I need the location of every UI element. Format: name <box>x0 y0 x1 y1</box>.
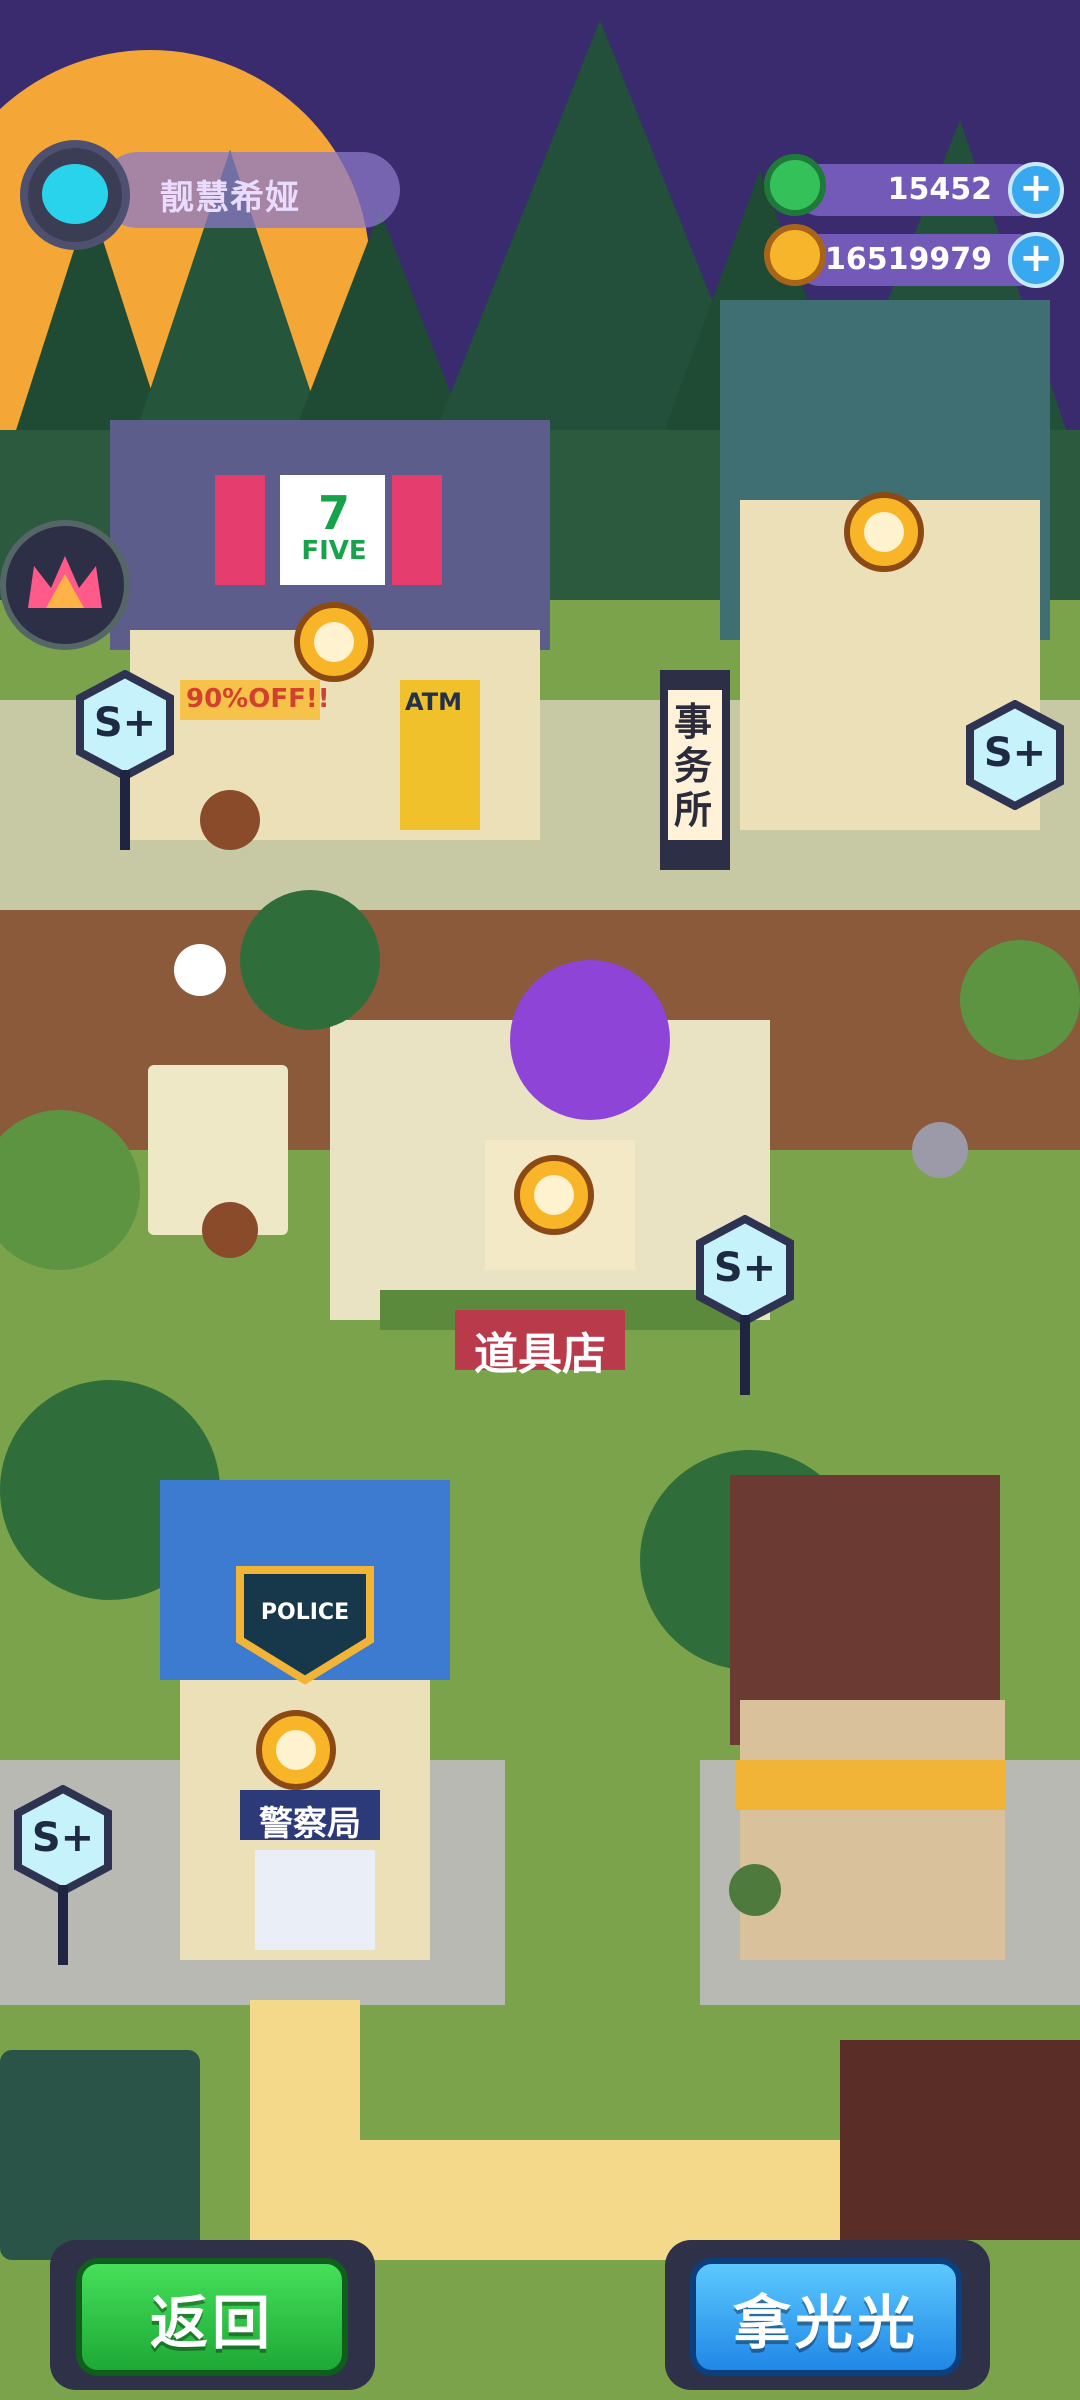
police-station-sign: 警察局 <box>259 1804 361 1844</box>
planet-coin-icon <box>764 224 826 286</box>
green-coin-icon <box>764 154 826 216</box>
cat-face-icon <box>42 164 108 224</box>
crown-icon <box>28 556 102 608</box>
clock-icon[interactable] <box>294 602 374 682</box>
atm-sign: ATM <box>405 688 462 716</box>
s-plus-label: S+ <box>983 730 1047 776</box>
store-logo-number: 7 <box>317 486 350 540</box>
clock-icon[interactable] <box>514 1155 594 1235</box>
s-plus-badge-store[interactable]: S+ <box>70 670 180 850</box>
player-avatar[interactable] <box>20 140 130 250</box>
sign-pole <box>740 1315 750 1395</box>
store-logo-text: FIVE <box>301 536 367 566</box>
add-green-currency-button[interactable]: + <box>1008 162 1064 218</box>
gold-currency-value: 16519979 <box>825 242 992 277</box>
s-plus-badge-item-shop[interactable]: S+ <box>690 1215 800 1395</box>
green-container <box>0 2050 200 2260</box>
gold-currency-counter: 16519979 + <box>764 224 1064 290</box>
s-plus-label: S+ <box>31 1815 95 1861</box>
sign-pole <box>120 770 130 850</box>
s-plus-badge-police[interactable]: S+ <box>8 1785 118 1965</box>
store-sale-sign: 90%OFF!! <box>186 684 330 714</box>
player-name: 靓慧希娅 <box>160 178 300 218</box>
back-button[interactable]: 返回 <box>76 2258 348 2376</box>
lower-building <box>840 2040 1080 2240</box>
s-plus-label: S+ <box>713 1245 777 1291</box>
player-profile[interactable]: 靓慧希娅 <box>20 140 400 250</box>
s-plus-label: S+ <box>93 700 157 746</box>
item-shop-sign: 道具店 <box>474 1329 606 1380</box>
sign-pole <box>58 1885 68 1965</box>
police-badge-text: POLICE <box>260 1600 350 1625</box>
add-gold-currency-button[interactable]: + <box>1008 232 1064 288</box>
s-plus-badge-office[interactable]: S+ <box>960 700 1070 810</box>
green-currency-counter: 15452 + <box>764 154 1064 220</box>
clock-icon[interactable] <box>256 1710 336 1790</box>
crown-button[interactable] <box>0 520 130 650</box>
office-sign: 事务所 <box>674 700 713 832</box>
clock-icon[interactable] <box>844 492 924 572</box>
green-currency-value: 15452 <box>887 172 992 207</box>
take-all-button[interactable]: 拿光光 <box>690 2258 962 2376</box>
